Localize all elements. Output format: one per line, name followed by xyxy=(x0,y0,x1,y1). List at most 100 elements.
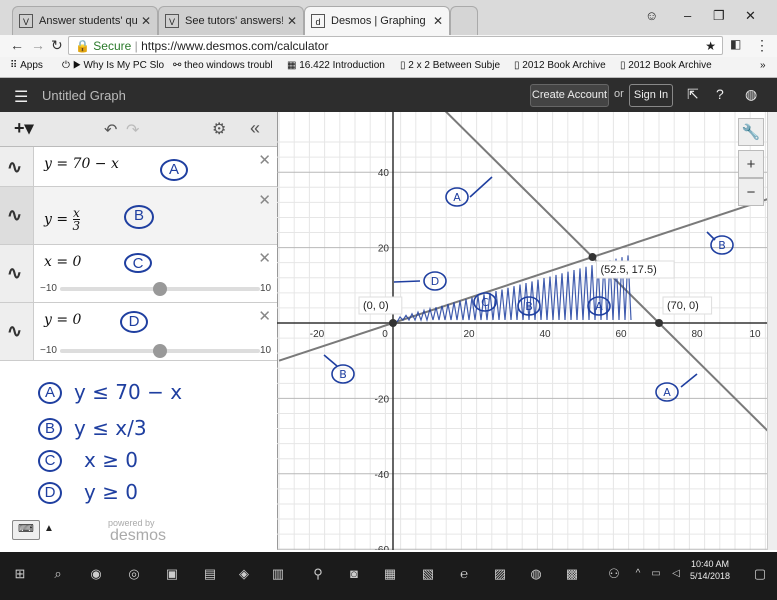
reload-icon[interactable]: ↻ xyxy=(51,37,63,54)
tab-favicon-icon: d xyxy=(311,14,325,28)
collapse-panel-icon[interactable]: « xyxy=(250,118,260,139)
close-window-icon[interactable]: ✕ xyxy=(745,8,756,24)
app-icon[interactable]: ▦ xyxy=(382,566,398,582)
x-tick-label: 40 xyxy=(539,329,551,340)
expression-color-tab[interactable]: ∿ xyxy=(0,187,34,244)
bookmarks-overflow[interactable]: » xyxy=(760,60,766,71)
bookmark-item[interactable]: ⚯ theo windows troubl xyxy=(173,60,273,71)
keyboard-caret-icon[interactable]: ▲ xyxy=(44,523,54,534)
bookmark-item[interactable]: ▯ 2012 Book Archive xyxy=(620,60,712,71)
ink-arrow xyxy=(393,280,421,283)
scrollbar[interactable] xyxy=(767,112,777,550)
handwritten-label-a: A xyxy=(160,159,188,181)
volume-icon[interactable]: ◁ xyxy=(668,566,684,582)
bookmark-apps[interactable]: ⠿ Apps xyxy=(10,60,43,71)
action-center-icon[interactable]: ▢ xyxy=(752,566,768,582)
app-icon[interactable]: ▤ xyxy=(202,566,218,582)
share-icon[interactable]: ⇱ xyxy=(687,86,699,103)
maximize-icon[interactable]: ❐ xyxy=(713,8,725,24)
app-icon[interactable]: ◈ xyxy=(236,566,252,582)
slider-track[interactable] xyxy=(60,282,260,296)
zoom-out-button[interactable]: − xyxy=(738,178,764,206)
secure-label: Secure xyxy=(93,39,132,53)
point-label: (52.5, 17.5) xyxy=(601,264,657,276)
tray-caret-icon[interactable]: ^ xyxy=(630,566,646,582)
close-tab-icon[interactable]: ✕ xyxy=(141,14,151,28)
keyboard-toggle-button[interactable]: ⌨ xyxy=(12,520,40,540)
app-icon[interactable]: ▧ xyxy=(420,566,436,582)
delete-expression-icon[interactable]: ✕ xyxy=(258,191,271,209)
star-icon[interactable]: ★ xyxy=(705,37,716,56)
edge-icon[interactable]: ℮ xyxy=(456,566,472,582)
close-tab-icon[interactable]: ✕ xyxy=(287,14,297,28)
extension-icon[interactable]: ◧ xyxy=(730,37,741,51)
delete-expression-icon[interactable]: ✕ xyxy=(258,249,271,267)
app-icon[interactable]: ◎ xyxy=(126,566,142,582)
browser-tab-3[interactable]: d Desmos | Graphing Calcu ✕ xyxy=(304,6,450,35)
close-tab-icon[interactable]: ✕ xyxy=(433,14,443,28)
browser-tab-2[interactable]: V See tutors' answers! ✕ xyxy=(158,6,304,35)
app-icon[interactable]: ▨ xyxy=(492,566,508,582)
redo-icon[interactable]: ↷ xyxy=(126,120,139,140)
app-icon[interactable]: ▩ xyxy=(564,566,580,582)
note-label: A xyxy=(38,382,62,404)
app-icon[interactable]: ▣ xyxy=(164,566,180,582)
expression-latex[interactable]: y = x3 xyxy=(44,207,81,232)
hamburger-menu-icon[interactable]: ☰ xyxy=(14,87,28,107)
zoom-in-button[interactable]: + xyxy=(738,150,764,178)
slider-knob[interactable] xyxy=(153,344,167,358)
bookmark-item[interactable]: ▯ 2 x 2 Between Subje xyxy=(400,60,500,71)
tab-favicon-icon: V xyxy=(165,14,179,28)
ink-arrow xyxy=(706,231,716,241)
bookmark-item[interactable]: ▦ 16.422 Introduction xyxy=(287,60,385,71)
expression-color-tab[interactable]: ∿ xyxy=(0,147,34,186)
slider-track[interactable] xyxy=(60,344,260,358)
bookmark-item[interactable]: ⏻ ▶ Why Is My PC Slo xyxy=(62,60,164,71)
expression-color-tab[interactable]: ∿ xyxy=(0,245,34,302)
create-account-button[interactable]: Create Account xyxy=(530,84,609,107)
y-tick-label: -20 xyxy=(375,394,390,405)
app-icon[interactable]: ◙ xyxy=(346,566,362,582)
x-tick-label: 0 xyxy=(382,329,388,340)
gear-icon[interactable]: ⚙ xyxy=(212,119,226,139)
profile-icon[interactable]: ☺ xyxy=(645,8,658,23)
graph-canvas[interactable]: -20020406080104020-20-40-60 ABDCBABA (0,… xyxy=(277,112,767,550)
url-input[interactable]: 🔒 Secure | https://www.desmos.com/calcul… xyxy=(68,36,723,55)
people-icon[interactable]: ⚇ xyxy=(606,566,622,582)
bookmark-item[interactable]: ▯ 2012 Book Archive xyxy=(514,60,606,71)
forward-arrow-icon[interactable]: → xyxy=(31,37,45,53)
delete-expression-icon[interactable]: ✕ xyxy=(258,307,271,325)
help-icon[interactable]: ? xyxy=(716,86,724,102)
expression-row-2[interactable]: ∿ y = x3 B ✕ xyxy=(0,187,277,245)
app-icon[interactable]: ▥ xyxy=(270,566,286,582)
globe-icon[interactable]: ◍ xyxy=(745,86,757,103)
expression-latex[interactable]: y = 0 xyxy=(44,312,81,328)
browser-tab-1[interactable]: V Answer students' questic ✕ xyxy=(12,6,158,35)
slider-knob[interactable] xyxy=(153,282,167,296)
minimize-icon[interactable]: – xyxy=(684,8,691,23)
expression-color-tab[interactable]: ∿ xyxy=(0,303,34,360)
expression-row-3[interactable]: ∿ x = 0 C ✕ −10 10 xyxy=(0,245,277,303)
network-icon[interactable]: ▭ xyxy=(648,566,664,582)
windows-start-icon[interactable]: ⊞ xyxy=(12,566,28,582)
expression-latex[interactable]: y = 70 − x xyxy=(44,156,119,172)
menu-dots-icon[interactable]: ⋮ xyxy=(755,37,769,54)
undo-icon[interactable]: ↶ xyxy=(104,120,117,140)
graph-settings-wrench-icon[interactable]: 🔧 xyxy=(738,118,764,146)
app-icon[interactable]: ◍ xyxy=(528,566,544,582)
search-icon[interactable]: ⌕ xyxy=(50,566,66,582)
system-clock[interactable]: 10:40 AM 5/14/2018 xyxy=(690,558,730,582)
or-text: or xyxy=(614,88,624,100)
chrome-icon[interactable]: ◉ xyxy=(88,566,104,582)
expression-row-4[interactable]: ∿ y = 0 D ✕ −10 10 xyxy=(0,303,277,361)
delete-expression-icon[interactable]: ✕ xyxy=(258,151,271,169)
expression-row-1[interactable]: ∿ y = 70 − x A ✕ xyxy=(0,147,277,187)
add-item-button[interactable]: +▾ xyxy=(14,118,34,139)
magnifier-icon[interactable]: ⚲ xyxy=(310,566,326,582)
page-icon: ▯ xyxy=(620,60,626,71)
graph-title[interactable]: Untitled Graph xyxy=(42,88,126,103)
expression-latex[interactable]: x = 0 xyxy=(44,254,81,270)
sign-in-button[interactable]: Sign In xyxy=(629,84,673,107)
new-tab-button[interactable] xyxy=(450,6,478,35)
back-arrow-icon[interactable]: ← xyxy=(10,37,24,53)
